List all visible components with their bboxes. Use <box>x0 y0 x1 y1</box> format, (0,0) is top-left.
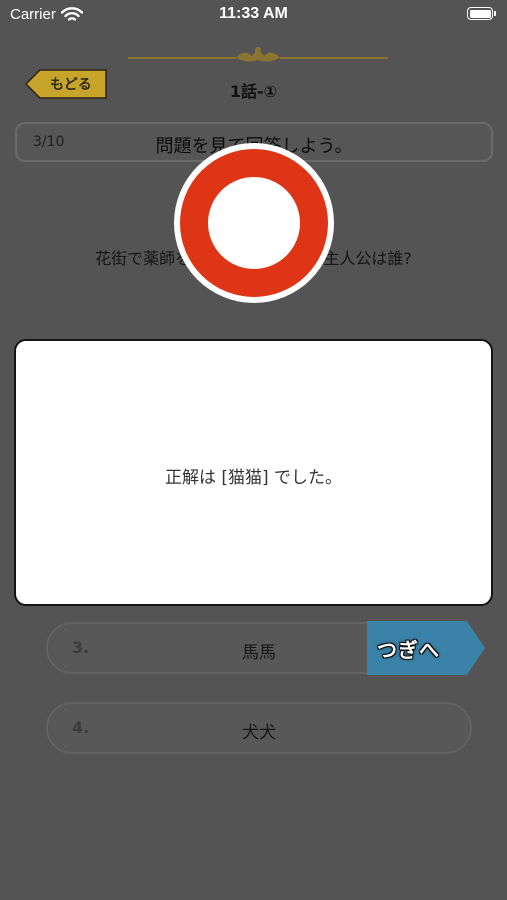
option-text: 犬犬 <box>242 723 276 743</box>
clock: 11:33 AM <box>219 5 288 22</box>
next-button-label: つぎへ <box>377 638 440 662</box>
next-button[interactable]: つぎへ <box>367 621 485 675</box>
result-message: 正解は [猫猫] でした。 <box>164 468 343 488</box>
status-bar: Carrier 11:33 AM <box>0 0 507 30</box>
battery-icon <box>467 7 496 20</box>
result-dialog: 正解は [猫猫] でした。 <box>14 339 493 606</box>
circle-mark-icon <box>174 143 334 303</box>
answer-option-4[interactable]: 4. 犬犬 <box>46 702 472 754</box>
episode-title: 1話-① <box>229 82 278 101</box>
ornament-divider <box>128 47 388 62</box>
